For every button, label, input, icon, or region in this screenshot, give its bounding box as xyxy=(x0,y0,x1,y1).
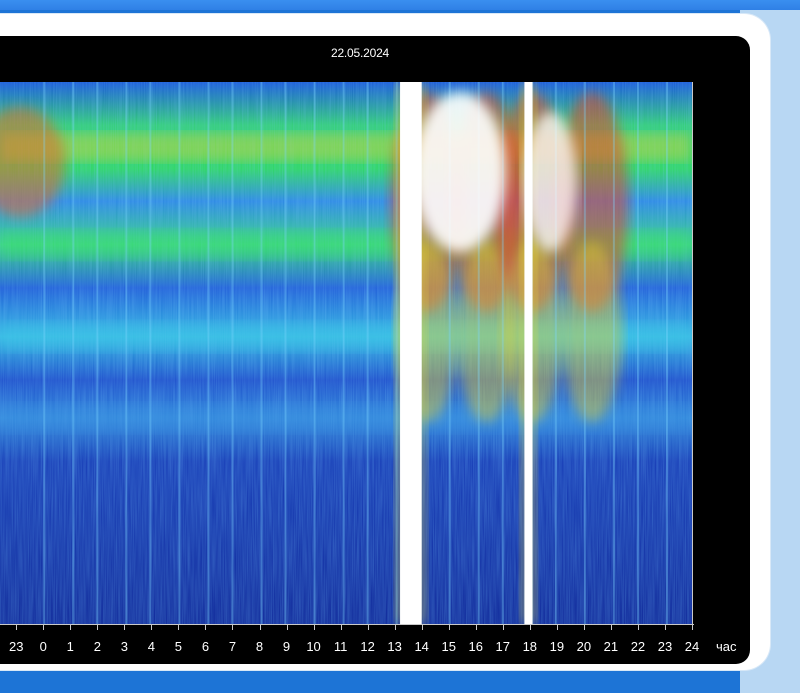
x-tick-mark xyxy=(97,625,99,630)
x-tick-mark xyxy=(151,625,153,630)
x-tick-label: 21 xyxy=(603,639,619,654)
vertical-streak-12 xyxy=(342,82,345,624)
vertical-streak-24 xyxy=(665,82,668,624)
x-tick-label: 0 xyxy=(39,639,47,654)
x-tick-label: 11 xyxy=(333,639,348,654)
spectrogram-svg xyxy=(0,82,692,624)
vertical-streak-8 xyxy=(231,82,234,624)
x-tick-label: 2 xyxy=(93,639,101,654)
x-tick-label: 18 xyxy=(522,639,538,654)
x-tick-label: 22 xyxy=(630,639,646,654)
x-tick-mark xyxy=(43,625,45,630)
x-tick-label: 4 xyxy=(147,639,155,654)
x-tick-label: 9 xyxy=(282,639,291,654)
plot-right-border xyxy=(692,82,693,625)
x-tick-label: 19 xyxy=(549,639,565,654)
x-tick-mark xyxy=(259,625,261,630)
x-tick-mark xyxy=(664,625,666,630)
x-tick-label: 1 xyxy=(66,639,74,654)
x-tick-label: 24 xyxy=(684,639,700,654)
x-tick-mark xyxy=(367,625,369,630)
x-tick-mark xyxy=(124,625,126,630)
x-tick-mark xyxy=(340,625,342,630)
x-tick-mark xyxy=(692,625,693,630)
x-tick-mark xyxy=(70,625,72,630)
x-tick-mark xyxy=(583,625,585,630)
x-tick-mark xyxy=(502,625,504,630)
x-tick-label: 20 xyxy=(576,639,592,654)
vertical-streak-1 xyxy=(43,82,46,624)
vertical-streak-13 xyxy=(366,82,369,624)
vertical-streak-6 xyxy=(178,82,181,624)
x-tick-mark xyxy=(394,625,396,630)
x-tick-label: 10 xyxy=(306,639,321,654)
x-tick-mark xyxy=(556,625,558,630)
x-tick-mark xyxy=(286,625,288,630)
x-tick-label: 8 xyxy=(255,639,264,654)
x-tick-label: 23 xyxy=(8,639,24,654)
vertical-streak-9 xyxy=(260,82,263,624)
top-bar xyxy=(0,0,800,10)
vertical-streak-2 xyxy=(72,82,75,624)
x-tick-label: 6 xyxy=(201,639,210,654)
x-tick-label: 17 xyxy=(495,639,511,654)
x-tick-mark xyxy=(178,625,180,630)
vertical-streak-22 xyxy=(612,82,615,624)
x-tick-mark xyxy=(448,625,450,630)
x-tick-label: 7 xyxy=(228,639,237,654)
saturation-cloud xyxy=(413,92,506,252)
vertical-streak-3 xyxy=(96,82,99,624)
x-tick-mark xyxy=(475,625,477,630)
x-tick-mark xyxy=(16,625,18,630)
x-tick-mark xyxy=(313,625,315,630)
vertical-streak-10 xyxy=(284,82,287,624)
x-tick-label: 12 xyxy=(360,639,375,654)
vertical-streak-21 xyxy=(583,82,586,624)
vertical-streak-5 xyxy=(149,82,152,624)
chart-title: 22.05.2024 xyxy=(330,46,390,60)
x-tick-label: 3 xyxy=(120,639,128,654)
x-axis-ticks: 23 0 1 2 3 4 5 6 7 8 9 10 11 12 13 14 15 16 17 18 19 20 21 22 23… xyxy=(0,625,760,655)
saturation-cloud-2 xyxy=(524,112,577,252)
x-tick-mark xyxy=(205,625,207,630)
x-tick-label: 5 xyxy=(174,639,183,654)
x-tick-label: 16 xyxy=(468,639,483,654)
vertical-streak-23 xyxy=(636,82,639,624)
vertical-streak-4 xyxy=(125,82,128,624)
x-tick-mark xyxy=(232,625,234,630)
x-tick-mark xyxy=(637,625,639,630)
x-tick-label: 13 xyxy=(387,639,402,654)
x-tick-mark xyxy=(610,625,612,630)
vertical-streak-7 xyxy=(207,82,210,624)
x-tick-label: 15 xyxy=(441,639,456,654)
x-tick-mark xyxy=(421,625,423,630)
x-tick-label: 23 xyxy=(657,639,673,654)
x-tick-label: 14 xyxy=(414,639,429,654)
x-axis-unit-label: час xyxy=(716,639,737,654)
spectrogram-plot xyxy=(0,82,692,624)
vertical-streak-11 xyxy=(313,82,316,624)
x-tick-mark xyxy=(529,625,531,630)
